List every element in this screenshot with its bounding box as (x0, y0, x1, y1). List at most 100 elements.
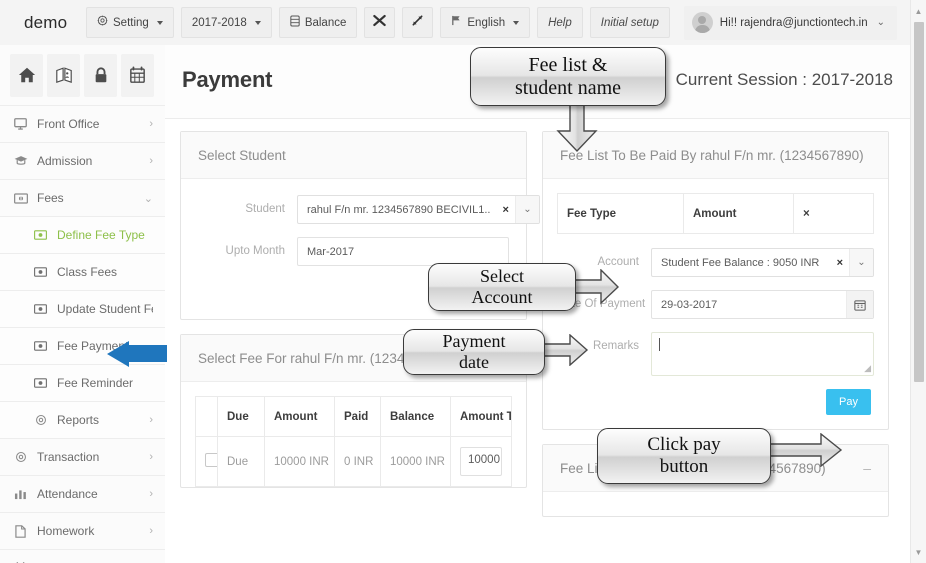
sidebar-item-label: Admission (37, 154, 93, 168)
text-cursor (659, 338, 660, 351)
user-email-label: Hi!! rajendra@junctiontech.in (719, 16, 868, 29)
sidebar-item-admission[interactable]: Admission › (0, 142, 165, 179)
sidebar-menu: Front Office › Admission › Fees ⌄ Define… (0, 105, 165, 563)
student-select[interactable]: rahul F/n mr. 1234567890 BECIVIL1.. × ⌄ (297, 195, 540, 224)
sidebar-item-update-student-fees[interactable]: Update Student Fees (0, 290, 165, 327)
shuffle-button[interactable] (364, 7, 396, 38)
clear-icon[interactable]: × (496, 204, 514, 216)
home-icon[interactable] (10, 53, 43, 97)
amount-to-pay-input[interactable]: 10000 (460, 447, 502, 476)
callout-text: Select Account (471, 266, 533, 307)
row-checkbox[interactable] (205, 453, 217, 467)
initial-setup-button[interactable]: Initial setup (589, 7, 670, 38)
col-amount: Amount (264, 396, 335, 437)
sidebar-item-reports[interactable]: Reports › (0, 401, 165, 438)
clear-icon[interactable]: × (831, 257, 849, 269)
row-checkbox-cell[interactable] (195, 436, 218, 487)
sidebar-item-fee-reminder[interactable]: Fee Reminder (0, 364, 165, 401)
upto-month-label: Upto Month (225, 245, 285, 257)
page-scrollbar[interactable]: ▲ ▼ (910, 0, 926, 563)
balance-button[interactable]: Balance (278, 7, 358, 38)
sidebar-item-time-table[interactable]: Time Table › (0, 549, 165, 563)
money-icon (33, 230, 48, 240)
pay-button[interactable]: Pay (826, 389, 871, 415)
resize-grip-icon[interactable]: ◢ (864, 363, 871, 374)
table-row: Due 10000 INR 0 INR 10000 INR 10000 (195, 436, 512, 487)
session-button[interactable]: 2017-2018 (180, 7, 272, 38)
arrow-down-to-fee-list-icon (556, 101, 598, 153)
gear-icon (97, 15, 108, 30)
money-icon (33, 341, 48, 351)
remarks-textarea[interactable]: ◢ (651, 332, 874, 376)
sidebar-item-define-fee-type[interactable]: Define Fee Type (0, 216, 165, 253)
col-paid: Paid (334, 396, 381, 437)
cell-amount: 10000 INR (264, 436, 335, 487)
setting-button[interactable]: Setting (86, 7, 174, 38)
help-label: Help (548, 16, 572, 29)
session-label: 2017-2018 (191, 16, 247, 29)
callout-text: Fee list & student name (514, 53, 622, 99)
sidebar-item-transaction[interactable]: Transaction › (0, 438, 165, 475)
lock-icon[interactable] (84, 53, 117, 97)
sidebar-item-homework[interactable]: Homework › (0, 512, 165, 549)
language-button[interactable]: English (440, 7, 531, 38)
sidebar-item-attendance[interactable]: Attendance › (0, 475, 165, 512)
gear-icon (33, 414, 48, 426)
select-fee-table: Due Amount Paid Balance Amount To Pay Du… (195, 396, 512, 487)
sidebar-item-front-office[interactable]: Front Office › (0, 105, 165, 142)
top-bar: demo Setting 2017-2018 Balance English H… (0, 0, 911, 46)
col-fee-type: Fee Type (557, 193, 684, 234)
fee-list-paid-body (543, 492, 888, 516)
chevron-right-icon: › (149, 451, 153, 463)
scroll-up-arrow-icon[interactable]: ▲ (911, 3, 926, 19)
sidebar-item-label: Class Fees (57, 265, 118, 279)
sidebar-quick-icons (0, 45, 165, 105)
sidebar-item-fees[interactable]: Fees ⌄ (0, 179, 165, 216)
user-menu[interactable]: Hi!! rajendra@junctiontech.in ⌄ (683, 5, 897, 40)
col-balance: Balance (380, 396, 451, 437)
calendar-icon[interactable] (121, 53, 154, 97)
flag-icon (451, 15, 462, 30)
account-select[interactable]: Student Fee Balance : 9050 INR × ⌄ (651, 248, 874, 277)
language-label: English (467, 16, 506, 29)
callout-payment-date: Payment date (403, 329, 545, 375)
callout-text: Click pay button (647, 434, 721, 477)
sidebar-item-label: Reports (57, 413, 100, 427)
scroll-down-arrow-icon[interactable]: ▼ (911, 544, 926, 560)
calendar-icon[interactable] (846, 291, 873, 318)
upto-month-value: Mar-2017 (307, 245, 355, 258)
date-of-payment-control: 29-03-2017 (651, 290, 874, 319)
student-control: rahul F/n mr. 1234567890 BECIVIL1.. × ⌄ (297, 195, 540, 224)
sidebar-item-class-fees[interactable]: Class Fees (0, 253, 165, 290)
cell-balance: 10000 INR (380, 436, 451, 487)
chevron-down-icon[interactable]: ⌄ (514, 196, 539, 223)
chevron-down-icon (254, 20, 261, 25)
expand-icon (411, 14, 424, 31)
expand-button[interactable] (402, 7, 434, 38)
chevron-down-icon[interactable]: ⌄ (849, 249, 873, 276)
select-fee-body: Due Amount Paid Balance Amount To Pay Du… (181, 382, 526, 487)
date-of-payment-input[interactable]: 29-03-2017 (651, 290, 874, 319)
collapse-icon[interactable]: – (863, 460, 871, 476)
arrow-right-to-account-icon (572, 269, 620, 305)
file-icon (13, 524, 28, 538)
cell-due: Due (217, 436, 265, 487)
gear-icon (13, 451, 28, 463)
graduation-cap-icon (13, 155, 28, 167)
cell-amount-to-pay: 10000 (450, 436, 512, 487)
upto-month-input[interactable]: Mar-2017 (297, 237, 509, 266)
brand-logo[interactable]: demo (0, 0, 86, 45)
fee-list-to-pay-heading-label: Fee List To Be Paid By rahul F/n mr. (12… (560, 147, 864, 163)
chevron-right-icon: › (149, 118, 153, 130)
col-remove[interactable]: × (793, 193, 874, 234)
account-select-value: Student Fee Balance : 9050 INR (661, 256, 820, 269)
avatar (691, 12, 713, 33)
sidebar-item-label: Define Fee Type (57, 228, 145, 242)
chevron-right-icon: › (149, 525, 153, 537)
sidebar-item-label: Update Student Fees (57, 302, 153, 316)
scrollbar-thumb[interactable] (914, 22, 924, 382)
help-button[interactable]: Help (537, 7, 583, 38)
book-icon[interactable] (47, 53, 80, 97)
sidebar-item-label: Fees (37, 191, 64, 205)
callout-fee-list-student-name: Fee list & student name (470, 47, 666, 106)
